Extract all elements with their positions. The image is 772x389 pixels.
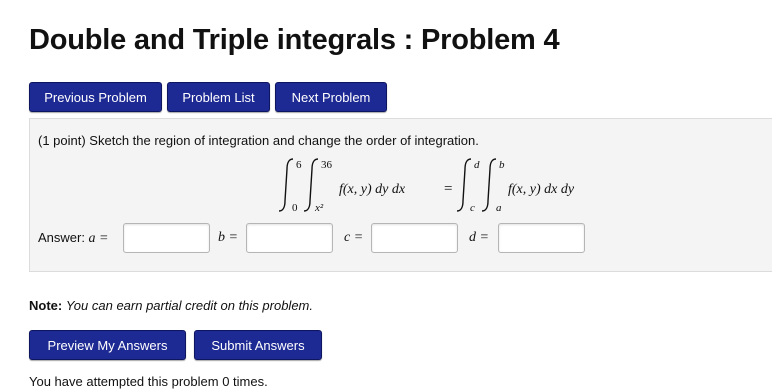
attempts-message: You have attempted this problem 0 times. (29, 374, 268, 389)
answer-d-input[interactable] (498, 223, 585, 253)
answer-a-input[interactable] (123, 223, 210, 253)
note-text: You can earn partial credit on this prob… (65, 298, 313, 313)
problem-nav: Previous Problem Problem List Next Probl… (29, 82, 387, 112)
left-outer-upper: 6 (296, 159, 302, 171)
answer-b-input[interactable] (246, 223, 333, 253)
integral-formula: 6 0 36 x² f(x, y) dy dx = d c b a f(x, y… (30, 155, 650, 222)
submit-answers-button[interactable]: Submit Answers (194, 330, 322, 360)
equals-sign: = (444, 181, 452, 197)
integral-sign-left-outer (278, 158, 294, 212)
problem-list-button[interactable]: Problem List (167, 82, 270, 112)
answer-a-label: a = (88, 231, 109, 246)
answer-c-input[interactable] (371, 223, 458, 253)
answer-row: Answer: a = b = c = d = (30, 221, 772, 255)
answer-prefix: Answer: (38, 230, 85, 245)
submit-bar: Preview My Answers Submit Answers (29, 330, 322, 360)
integral-sign-right-inner (481, 158, 497, 212)
answer-d-label: d = (469, 230, 489, 245)
partial-credit-note: Note: You can earn partial credit on thi… (29, 298, 313, 313)
problem-statement: (1 point) Sketch the region of integrati… (38, 133, 479, 148)
integral-sign-right-outer (456, 158, 472, 212)
problem-panel: (1 point) Sketch the region of integrati… (29, 118, 772, 272)
answer-b-label: b = (218, 230, 238, 245)
left-inner-lower: x² (314, 202, 324, 214)
next-problem-button[interactable]: Next Problem (275, 82, 387, 112)
left-integrand: f(x, y) dy dx (339, 182, 406, 197)
right-outer-upper: d (474, 159, 480, 171)
page-title: Double and Triple integrals : Problem 4 (29, 24, 560, 56)
answer-c-label: c = (344, 230, 364, 245)
preview-answers-button[interactable]: Preview My Answers (29, 330, 186, 360)
right-integrand: f(x, y) dx dy (508, 182, 575, 197)
answer-a-label-group: Answer: a = (38, 230, 108, 247)
note-label: Note: (29, 298, 63, 313)
right-outer-lower: c (470, 202, 475, 214)
right-inner-lower: a (496, 202, 502, 214)
left-inner-upper: 36 (321, 159, 333, 171)
right-inner-upper: b (499, 159, 505, 171)
left-outer-lower: 0 (292, 202, 298, 214)
previous-problem-button[interactable]: Previous Problem (29, 82, 162, 112)
